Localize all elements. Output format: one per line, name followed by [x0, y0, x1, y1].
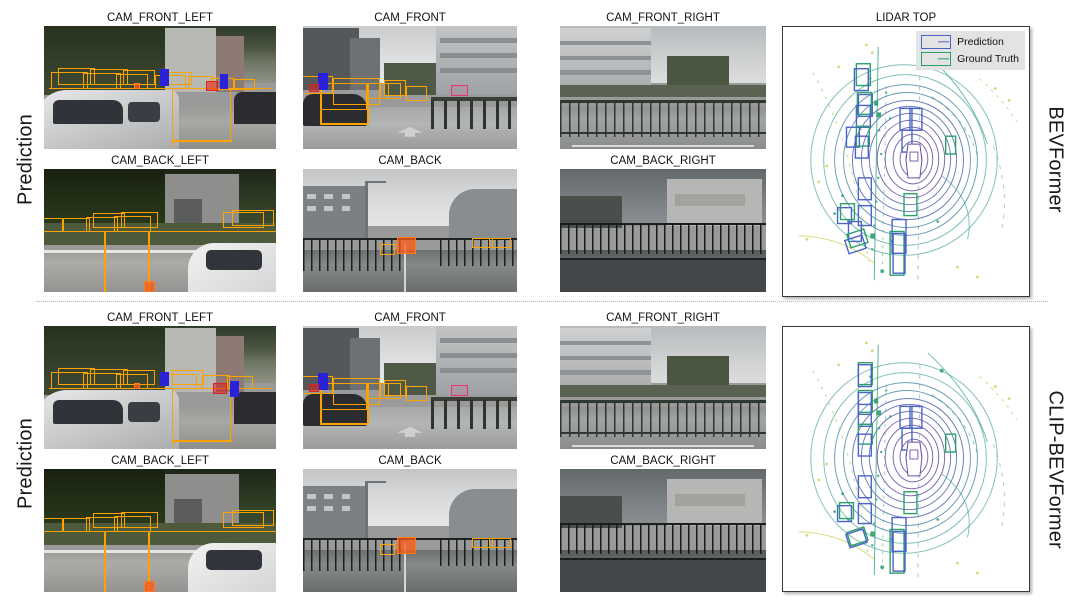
camera-cell-back-left-row0[interactable]: CAM_BACK_LEFT — [44, 154, 276, 292]
camera-title: CAM_FRONT_LEFT — [106, 12, 214, 24]
camera-cell-front-right-row0[interactable]: CAM_FRONT_RIGHT — [560, 11, 766, 149]
camera-image — [44, 326, 276, 449]
camera-image — [44, 169, 276, 292]
camera-image — [560, 469, 766, 592]
camera-image — [560, 326, 766, 449]
camera-image — [303, 26, 517, 149]
camera-cell-front-left-row1[interactable]: CAM_FRONT_LEFT — [44, 311, 276, 449]
camera-image — [303, 169, 517, 292]
prediction-swatch-icon — [921, 35, 952, 49]
camera-cell-back-row0[interactable]: CAM_BACK — [303, 154, 517, 292]
camera-cell-front-left-row0[interactable]: CAM_FRONT_LEFT — [44, 11, 276, 149]
camera-title: CAM_BACK_LEFT — [111, 155, 209, 167]
legend-item-prediction: Prediction — [921, 35, 1019, 49]
camera-title: CAM_BACK_RIGHT — [610, 455, 716, 467]
legend-label: Prediction — [957, 36, 1004, 48]
camera-image — [303, 469, 517, 592]
legend-item-ground-truth: Ground Truth — [921, 52, 1019, 66]
camera-image — [560, 26, 766, 149]
camera-cell-back-row1[interactable]: CAM_BACK — [303, 454, 517, 592]
lidar-bev-panel: Prediction Ground Truth — [782, 26, 1030, 297]
lidar-title: LIDAR TOP — [875, 12, 937, 24]
camera-cell-front-row0[interactable]: CAM_FRONT — [303, 11, 517, 149]
camera-cell-back-right-row0[interactable]: CAM_BACK_RIGHT — [560, 154, 766, 292]
lidar-legend: Prediction Ground Truth — [916, 31, 1025, 70]
camera-title: CAM_FRONT_RIGHT — [606, 12, 720, 24]
row-0-left-label: Prediction — [14, 114, 37, 205]
camera-image — [560, 169, 766, 292]
lidar-cell-row0[interactable]: LIDAR TOP Prediction Ground Truth — [782, 11, 1030, 297]
row-divider — [36, 301, 1048, 302]
lidar-bev-panel — [782, 326, 1030, 592]
figure-root: Prediction BEVFormer CAM_FRONT_LEFT CAM_… — [0, 0, 1080, 604]
ground-truth-swatch-icon — [921, 52, 952, 66]
camera-cell-front-row1[interactable]: CAM_FRONT — [303, 311, 517, 449]
camera-title: CAM_FRONT — [374, 312, 446, 324]
camera-cell-front-right-row1[interactable]: CAM_FRONT_RIGHT — [560, 311, 766, 449]
camera-title: CAM_BACK — [378, 455, 442, 467]
legend-label: Ground Truth — [957, 53, 1019, 65]
camera-cell-back-left-row1[interactable]: CAM_BACK_LEFT — [44, 454, 276, 592]
lidar-cell-row1[interactable] — [782, 311, 1030, 592]
row-1-left-label: Prediction — [14, 418, 37, 509]
camera-cell-back-right-row1[interactable]: CAM_BACK_RIGHT — [560, 454, 766, 592]
camera-image — [303, 326, 517, 449]
camera-title: CAM_FRONT_LEFT — [106, 312, 214, 324]
camera-title: CAM_BACK_RIGHT — [610, 155, 716, 167]
camera-image — [44, 469, 276, 592]
camera-title: CAM_FRONT — [374, 12, 446, 24]
camera-title: CAM_BACK_LEFT — [111, 455, 209, 467]
camera-title: CAM_BACK — [378, 155, 442, 167]
row-0-right-label: BEVFormer — [1044, 106, 1067, 213]
lidar-point-cloud — [798, 341, 1018, 580]
camera-image — [44, 26, 276, 149]
camera-title: CAM_FRONT_RIGHT — [606, 312, 720, 324]
row-1-right-label: CLIP-BEVFormer — [1044, 390, 1067, 549]
